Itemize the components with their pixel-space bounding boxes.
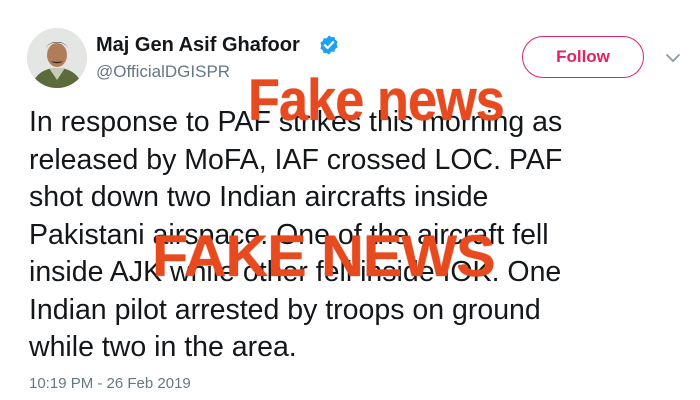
author-display-name[interactable]: Maj Gen Asif Ghafoor: [96, 34, 300, 57]
profile-photo-icon: [27, 28, 87, 88]
verified-badge-icon: [320, 35, 338, 55]
avatar[interactable]: [27, 28, 87, 88]
tweet-card: Maj Gen Asif Ghafoor @OfficialDGISPR Fol…: [0, 0, 700, 400]
author-handle[interactable]: @OfficialDGISPR: [96, 62, 230, 82]
tweet-text: In response to PAF strikes this morning …: [29, 106, 563, 363]
chevron-down-icon[interactable]: [665, 52, 681, 64]
follow-button[interactable]: Follow: [522, 36, 644, 78]
tweet-timestamp[interactable]: 10:19 PM - 26 Feb 2019: [29, 375, 191, 392]
